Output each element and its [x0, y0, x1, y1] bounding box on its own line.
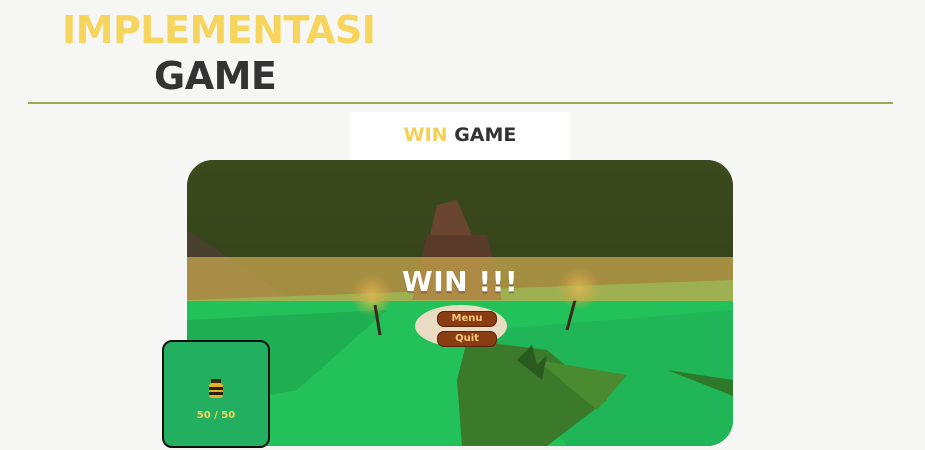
collectible-counter-panel: 50 / 50	[162, 340, 270, 448]
title-divider	[28, 102, 893, 104]
slide-title-line1: IMPLEMENTASI	[62, 8, 376, 52]
quit-button[interactable]: Quit	[437, 331, 497, 347]
slide-title-line2: GAME	[154, 54, 277, 98]
honey-jar-icon	[209, 379, 223, 398]
caption-main: GAME	[454, 124, 517, 146]
screenshot-caption: WIN GAME	[350, 112, 570, 160]
collectible-count: 50 / 50	[196, 410, 236, 421]
caption-accent: WIN	[403, 124, 448, 146]
menu-button[interactable]: Menu	[437, 311, 497, 327]
win-title: WIN !!!	[401, 265, 519, 298]
